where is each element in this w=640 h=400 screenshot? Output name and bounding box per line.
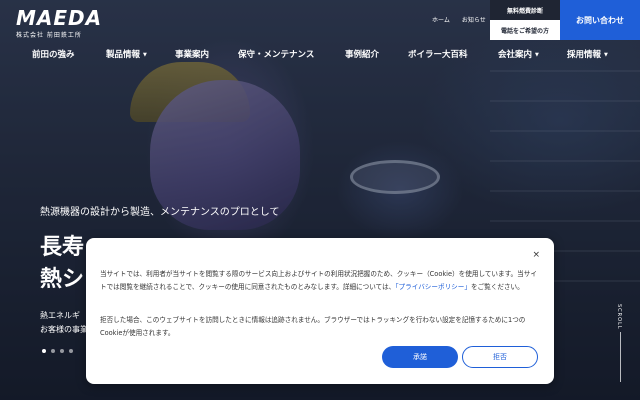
util-link-news[interactable]: お知らせ (462, 15, 486, 24)
slide-dot[interactable] (51, 349, 55, 353)
cookie-notice-text: 当サイトでは、利用者が当サイトを閲覧する際のサービス向上およびサイトの利用状況把… (100, 268, 540, 294)
nav-label: ボイラー大百科 (408, 50, 468, 60)
slide-pagination (42, 349, 73, 353)
logo-wordmark: MAEDA (16, 6, 103, 30)
nav-item-recruit[interactable]: 採用情報 ▼ (567, 48, 608, 60)
close-icon[interactable]: × (532, 250, 540, 260)
nav-item-maintenance[interactable]: 保守・メンテナンス (238, 48, 314, 60)
cookie-consent-dialog: × 当サイトでは、利用者が当サイトを閲覧する際のサービス向上およびサイトの利用状… (86, 238, 554, 384)
nav-item-company[interactable]: 会社案内 ▼ (498, 48, 539, 60)
nav-label: 採用情報 (567, 50, 602, 60)
scroll-indicator: SCROLL (616, 304, 626, 384)
nav-item-strengths[interactable]: 前田の強み (32, 48, 75, 60)
nav-label: 保守・メンテナンス (238, 50, 315, 60)
privacy-policy-link[interactable]: 「プライバシーポリシー」 (395, 283, 471, 291)
hero-headline-line: 長寿 (40, 235, 85, 260)
slide-dot[interactable] (60, 349, 64, 353)
main-nav: 前田の強み 製品情報 ▼ 事業案内 保守・メンテナンス 事例紹介 ボイラー大百科 … (0, 48, 640, 64)
nav-label: 事例紹介 (345, 50, 380, 60)
utility-links: ホーム お知らせ (432, 15, 486, 24)
slide-dot[interactable] (69, 349, 73, 353)
hero-headline-line: 熱シ (40, 267, 85, 292)
nav-item-products[interactable]: 製品情報 ▼ (106, 48, 147, 60)
chevron-down-icon: ▼ (604, 51, 608, 58)
hero-headline: 長寿 熱シ (40, 232, 84, 296)
hero-tagline: 熱源機器の設計から製造、メンテナンスのプロとして (40, 207, 280, 218)
contact-button[interactable]: お問い合わせ (560, 0, 640, 40)
scroll-label: SCROLL (616, 304, 622, 330)
decline-button[interactable]: 拒否 (462, 346, 538, 368)
phone-consult-button[interactable]: 電話をご希望の方 (490, 20, 560, 40)
chevron-down-icon: ▼ (143, 51, 147, 58)
nav-label: 事業案内 (175, 50, 210, 60)
cookie-notice-text-b: をご覧ください。 (470, 283, 524, 291)
scroll-line (620, 332, 621, 382)
util-link-home[interactable]: ホーム (432, 15, 450, 24)
chevron-down-icon: ▼ (535, 51, 539, 58)
accept-button[interactable]: 承諾 (382, 346, 458, 368)
slide-dot[interactable] (42, 349, 46, 353)
free-diagnosis-button[interactable]: 無料燃費診断 (490, 0, 560, 20)
logo-company-name: 株式会社 前田鉄工所 (16, 32, 82, 39)
nav-item-business[interactable]: 事業案内 (175, 48, 209, 60)
nav-label: 会社案内 (498, 50, 533, 60)
nav-label: 前田の強み (32, 50, 75, 60)
cookie-decline-info: 拒否した場合、このウェブサイトを訪問したときに情報は追跡されません。ブラウザーで… (100, 316, 526, 337)
site-logo[interactable]: MAEDA 株式会社 前田鉄工所 (16, 8, 102, 39)
nav-label: 製品情報 (106, 50, 141, 60)
nav-item-cases[interactable]: 事例紹介 (345, 48, 379, 60)
nav-item-boiler-encyclopedia[interactable]: ボイラー大百科 (408, 48, 468, 60)
